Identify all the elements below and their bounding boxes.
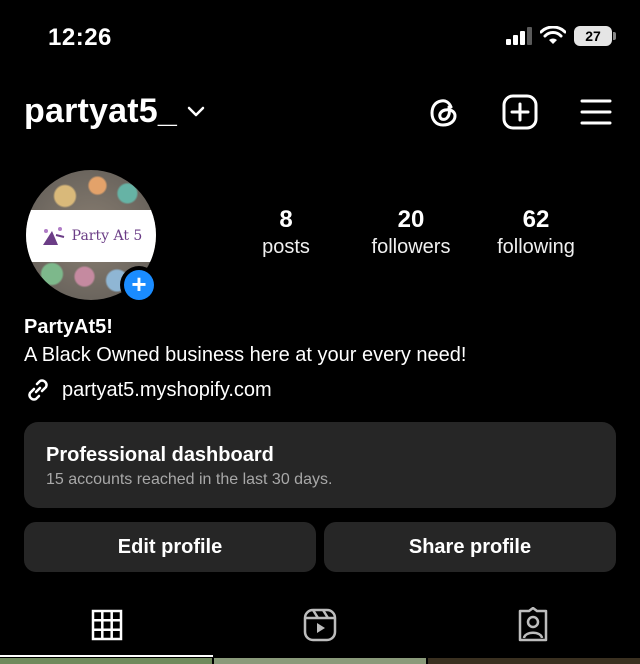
plus-icon: + <box>124 270 154 300</box>
dashboard-title: Professional dashboard <box>46 444 274 466</box>
profile-stats: 8 posts 20 followers 62 following <box>226 206 596 259</box>
status-icons: 27 <box>506 26 616 46</box>
share-profile-button[interactable]: Share profile <box>324 522 616 572</box>
status-time: 12:26 <box>48 24 112 51</box>
threads-button[interactable] <box>426 94 462 130</box>
post-thumbnail[interactable] <box>428 658 640 664</box>
tab-reels[interactable] <box>213 604 426 646</box>
profile-tabs <box>0 604 640 646</box>
battery-indicator: 27 <box>574 26 616 46</box>
edit-profile-button[interactable]: Edit profile <box>24 522 316 572</box>
stat-following-label: following <box>497 236 575 258</box>
grid-icon <box>91 609 122 641</box>
stat-posts-label: posts <box>262 236 310 258</box>
profile-website-text: partyat5.myshopify.com <box>62 378 272 401</box>
stat-posts-count: 8 <box>279 206 293 233</box>
stat-following[interactable]: 62 following <box>476 206 596 259</box>
cellular-signal-icon <box>506 27 532 45</box>
reels-icon <box>303 608 336 642</box>
tagged-person-icon <box>518 607 547 642</box>
dashboard-subtitle: 15 accounts reached in the last 30 days. <box>46 471 333 488</box>
stat-following-count: 62 <box>522 206 550 233</box>
post-thumbnail[interactable] <box>0 658 212 664</box>
profile-bio: A Black Owned business here at your ever… <box>24 344 467 366</box>
chevron-down-icon <box>187 106 205 116</box>
stat-followers-label: followers <box>371 236 451 258</box>
tab-tagged[interactable] <box>426 604 639 646</box>
stat-posts[interactable]: 8 posts <box>226 206 346 259</box>
menu-button[interactable] <box>578 94 614 130</box>
wifi-icon <box>540 26 566 44</box>
plus-square-icon <box>502 94 538 130</box>
avatar-logo: Party At 5 <box>26 210 156 262</box>
professional-dashboard-card[interactable]: Professional dashboard 15 accounts reach… <box>24 422 616 508</box>
profile-display-name: PartyAt5! <box>24 316 113 338</box>
stat-followers-count: 20 <box>397 206 425 233</box>
link-icon <box>28 379 48 401</box>
add-story-button[interactable]: + <box>120 266 158 304</box>
party-logo-icon <box>42 227 64 245</box>
avatar-logo-text: Party At 5 <box>71 228 143 244</box>
threads-icon <box>430 99 457 127</box>
tab-posts-grid[interactable] <box>0 604 213 646</box>
account-switcher[interactable]: partyat5_ <box>24 92 205 131</box>
profile-website-link[interactable]: partyat5.myshopify.com <box>24 376 272 404</box>
hamburger-menu-icon <box>580 99 612 125</box>
create-post-button[interactable] <box>502 94 538 130</box>
stat-followers[interactable]: 20 followers <box>351 206 471 259</box>
username: partyat5_ <box>24 92 177 130</box>
active-tab-indicator <box>0 655 213 657</box>
post-thumbnail[interactable] <box>214 658 426 664</box>
post-grid-preview <box>0 658 640 664</box>
